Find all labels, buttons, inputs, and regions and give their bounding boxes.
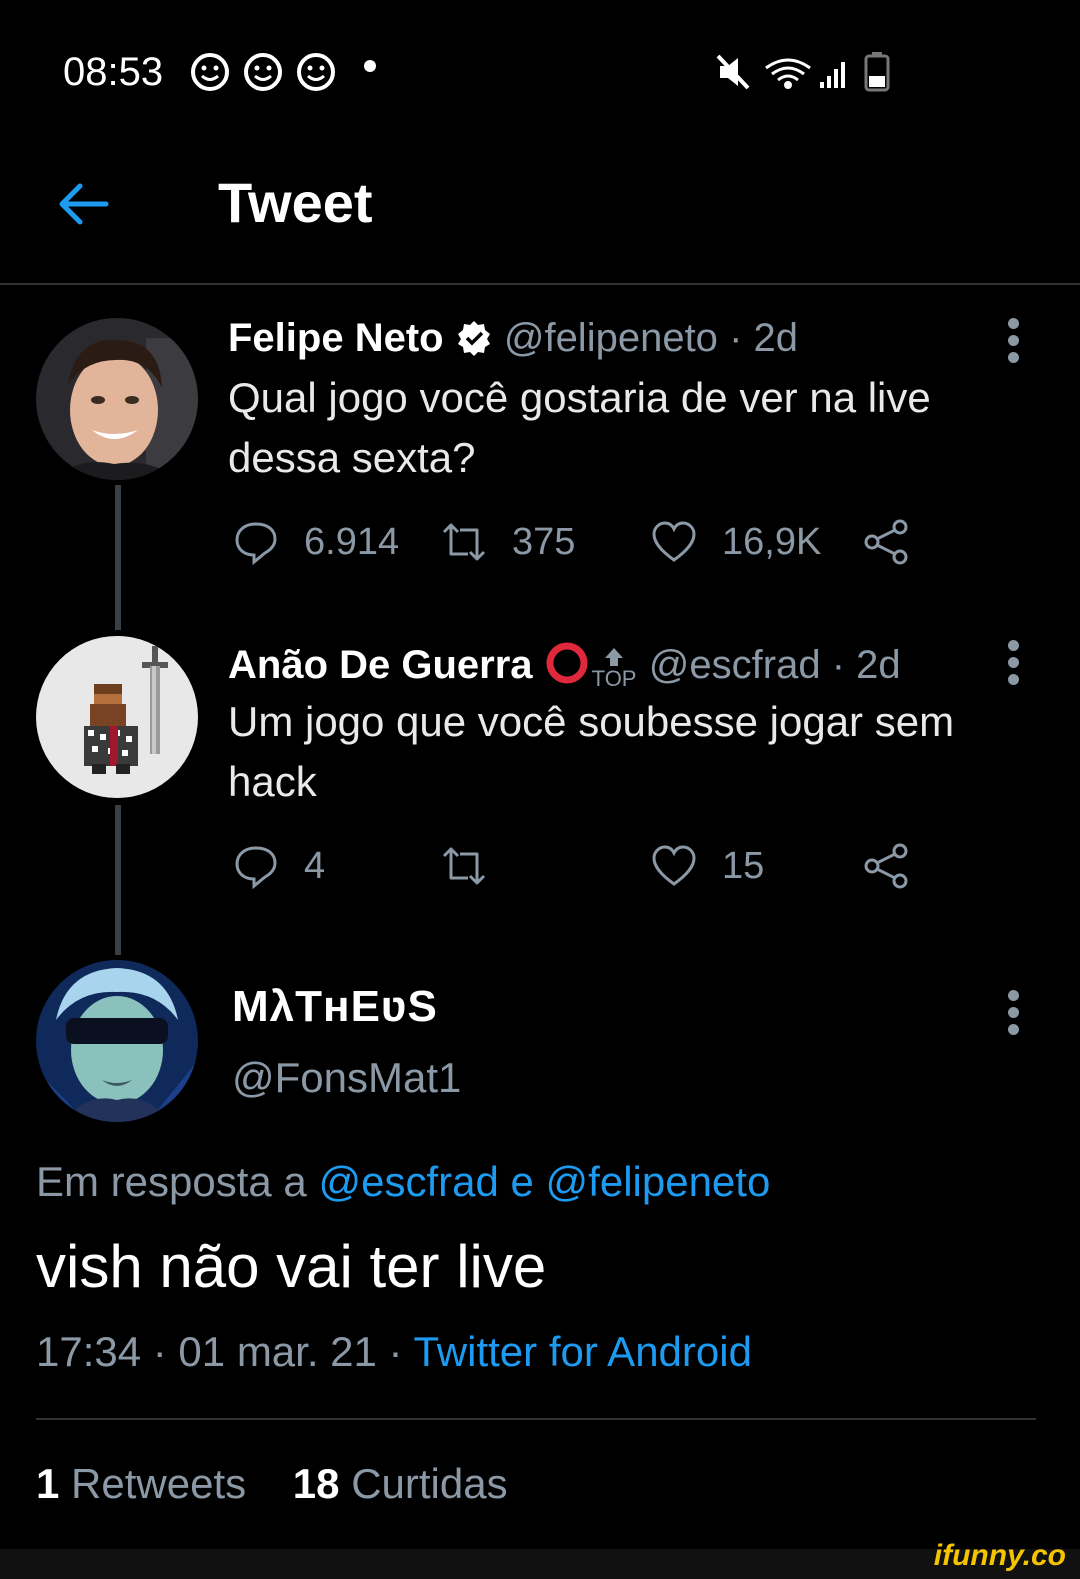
tweet-time: · 2d	[729, 316, 798, 360]
share-button[interactable]	[862, 518, 910, 566]
battery-icon	[864, 52, 890, 92]
author-name[interactable]: Felipe Neto	[228, 316, 444, 360]
retweet-count: 375	[512, 520, 576, 563]
thread-line	[115, 805, 121, 955]
like-button[interactable]: 16,9K	[650, 518, 821, 566]
retweet-icon	[442, 847, 486, 885]
author-name[interactable]: Anão De Guerra	[228, 643, 533, 687]
reply-prefix: Em resposta a	[36, 1158, 307, 1205]
heart-icon	[652, 521, 696, 562]
heart-icon	[652, 845, 696, 886]
arrow-left-icon[interactable]	[52, 172, 116, 236]
status-icons	[716, 52, 890, 92]
reply-context: Em resposta a @escfrad e @felipeneto	[36, 1158, 770, 1206]
wifi-icon	[765, 58, 811, 89]
reply-button[interactable]: 6.914	[232, 518, 399, 566]
reply-icon	[235, 522, 277, 566]
status-time: 08:53	[63, 50, 164, 94]
verified-badge-icon	[457, 321, 490, 356]
more-options-icon[interactable]	[1006, 990, 1020, 1038]
footer-strip	[0, 1549, 1080, 1579]
author-handle[interactable]: @escfrad	[649, 643, 821, 687]
smiley-icon	[191, 53, 229, 91]
like-button[interactable]: 15	[650, 842, 764, 890]
share-icon	[864, 843, 908, 889]
tweet-header: Anão De Guerra TOP @escfrad · 2d	[228, 640, 901, 691]
tweet-text: vish não vai ter live	[36, 1233, 547, 1300]
avatar[interactable]	[36, 960, 198, 1122]
share-icon	[864, 519, 908, 565]
red-circle-icon	[546, 642, 588, 684]
author-handle[interactable]: @felipeneto	[504, 316, 718, 360]
mute-icon	[716, 54, 750, 90]
share-button[interactable]	[862, 842, 910, 890]
retweet-button[interactable]: 375	[440, 518, 575, 566]
likes-stat[interactable]: 18 Curtidas	[293, 1460, 508, 1507]
tweet-time: · 2d	[831, 643, 901, 687]
notification-dot	[364, 60, 376, 72]
like-count: 15	[722, 844, 765, 887]
status-bar: 08:53	[0, 0, 1080, 140]
tweet-stats: 1 Retweets 18 Curtidas	[36, 1460, 508, 1508]
author-handle[interactable]: @FonsMat1	[232, 1054, 461, 1102]
retweet-icon	[442, 523, 486, 561]
thread-line	[115, 485, 121, 630]
reply-count: 6.914	[304, 520, 400, 563]
tweet-text: Qual jogo você gostaria de ver na live d…	[228, 374, 931, 481]
watermark: ifunny.co	[933, 1539, 1066, 1572]
smiley-icon	[244, 53, 282, 91]
more-options-icon[interactable]	[1006, 318, 1020, 366]
like-count: 16,9K	[722, 520, 822, 563]
divider	[36, 1418, 1036, 1420]
tweet-text: Um jogo que você soubesse jogar sem hack	[228, 698, 955, 805]
avatar[interactable]	[36, 318, 198, 480]
more-options-icon[interactable]	[1006, 640, 1020, 688]
tweet-timestamp: 17:34 · 01 mar. 21 ·	[36, 1328, 403, 1375]
tweet-source-link[interactable]: Twitter for Android	[413, 1328, 751, 1375]
author-name[interactable]: MλTнEʋS	[232, 982, 438, 1032]
retweet-button[interactable]	[440, 842, 512, 890]
top-badge-icon: TOP	[590, 646, 638, 691]
retweets-stat[interactable]: 1 Retweets	[36, 1460, 246, 1507]
avatar[interactable]	[36, 636, 198, 798]
reply-button[interactable]: 4	[232, 842, 325, 890]
smiley-icon	[297, 53, 335, 91]
signal-icon	[820, 62, 845, 88]
tweet-meta: 17:34 · 01 mar. 21 · Twitter for Android	[36, 1328, 752, 1376]
mentioned-users-link[interactable]: @escfrad e @felipeneto	[318, 1158, 770, 1205]
page-title: Tweet	[218, 171, 373, 234]
tweet-header: Felipe Neto @felipeneto · 2d	[228, 316, 798, 361]
reply-icon	[235, 846, 277, 890]
header-bar: Tweet	[0, 140, 1080, 285]
reply-count: 4	[304, 844, 326, 887]
